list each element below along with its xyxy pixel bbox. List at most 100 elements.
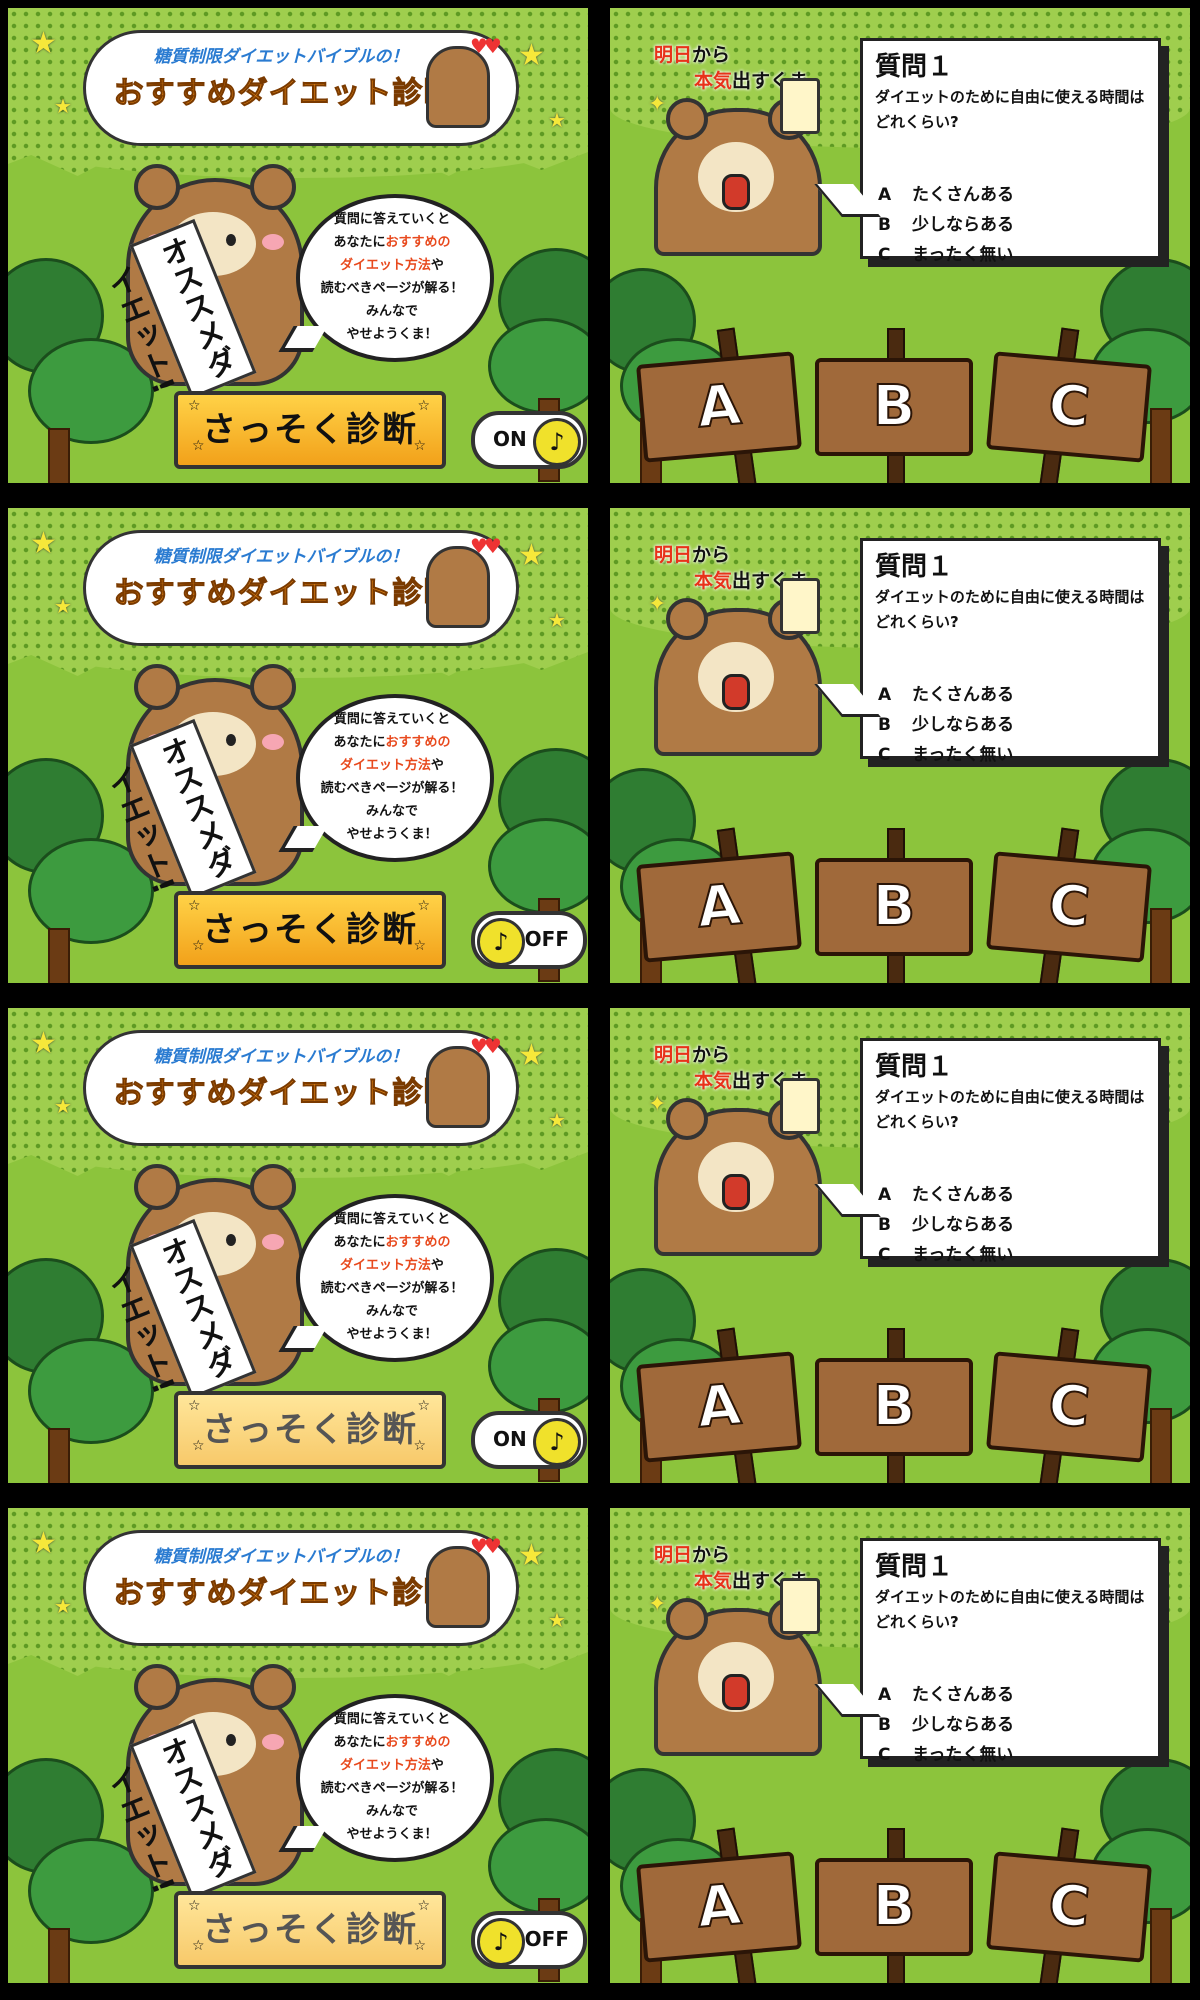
- speech-text: 質問に答えていくと あなたにおすすめの ダイエット方法や 読むべきページが解る！…: [320, 712, 464, 842]
- question-text: ダイエットのために自由に使える時間はどれくらい?: [875, 588, 1145, 631]
- answer-sign-a[interactable]: A: [636, 351, 802, 463]
- start-diagnosis-button[interactable]: ☆ ☆ ☆ ☆ さっそく診断: [174, 391, 446, 469]
- quiz-screen: 明日から 本気出すくま。 ✦ 質問１ ダイエットのために自由に使える時間はどれく…: [610, 1008, 1190, 1483]
- star-icon: ★: [30, 26, 57, 61]
- sparkle-icon: ✦: [648, 592, 667, 617]
- sparkle-icon: ✦: [648, 1092, 667, 1117]
- answer-sign-b[interactable]: B: [815, 1858, 973, 1956]
- bear-mascot-icon: [426, 1546, 490, 1628]
- page-title: おすすめダイエット診断: [113, 576, 455, 612]
- music-note-icon: ♪: [533, 418, 581, 466]
- star-icon: ★: [518, 38, 545, 73]
- start-diagnosis-label: さっそく診断: [202, 1910, 418, 1950]
- bear-mascot-icon: [426, 1046, 490, 1128]
- beer-mug-icon: [780, 578, 820, 634]
- speech-text: 質問に答えていくと あなたにおすすめの ダイエット方法や 読むべきページが解る！…: [320, 1712, 464, 1842]
- music-note-icon: ♪: [533, 1418, 581, 1466]
- answer-option-b: B 少しならある: [878, 715, 1014, 735]
- answer-sign-a[interactable]: A: [636, 1851, 802, 1963]
- star-icon: ★: [548, 608, 566, 632]
- start-diagnosis-label: さっそく診断: [202, 410, 418, 450]
- answer-sign-c[interactable]: C: [986, 1851, 1152, 1963]
- hearts-icon: ♥♥: [470, 1034, 502, 1058]
- question-text: ダイエットのために自由に使える時間はどれくらい?: [875, 1088, 1145, 1131]
- sound-toggle-label: ON: [493, 427, 527, 451]
- answer-option-a: A たくさんある: [878, 185, 1014, 205]
- answer-sign-b[interactable]: B: [815, 358, 973, 456]
- star-icon: ★: [518, 1038, 545, 1073]
- sound-toggle[interactable]: ♪ OFF: [471, 1911, 587, 1969]
- start-diagnosis-label: さっそく診断: [202, 910, 418, 950]
- answer-sign-a[interactable]: A: [636, 1351, 802, 1463]
- star-icon: ★: [518, 1538, 545, 1573]
- start-diagnosis-button[interactable]: ☆ ☆ ☆ ☆ さっそく診断: [174, 1891, 446, 1969]
- answer-option-c: C まったく無い: [878, 1745, 1014, 1765]
- title-subtitle: 糖質制限ダイエットバイブルの！: [153, 1547, 409, 1567]
- music-note-icon: ♪: [477, 918, 525, 966]
- star-icon: ★: [54, 1594, 72, 1618]
- beer-mug-icon: [780, 78, 820, 134]
- answer-sign-a[interactable]: A: [636, 851, 802, 963]
- intro-screen: ★ ★ ★ ★ 糖質制限ダイエットバイブルの！ おすすめダイエット診断 ♥♥ オ…: [8, 508, 588, 983]
- answer-option-a: A たくさんある: [878, 1685, 1014, 1705]
- star-icon: ★: [548, 1608, 566, 1632]
- question-text: ダイエットのために自由に使える時間はどれくらい?: [875, 88, 1145, 131]
- answer-sign-b[interactable]: B: [815, 1358, 973, 1456]
- sound-toggle-label: OFF: [524, 1927, 569, 1951]
- star-icon: ★: [54, 1094, 72, 1118]
- answer-option-b: B 少しならある: [878, 215, 1014, 235]
- star-icon: ★: [518, 538, 545, 573]
- answer-option-c: C まったく無い: [878, 245, 1014, 265]
- question-text: ダイエットのために自由に使える時間はどれくらい?: [875, 1588, 1145, 1631]
- star-icon: ★: [30, 1026, 57, 1061]
- answer-option-c: C まったく無い: [878, 745, 1014, 765]
- hearts-icon: ♥♥: [470, 34, 502, 58]
- beer-mug-icon: [780, 1578, 820, 1634]
- page-title: おすすめダイエット診断: [113, 1076, 455, 1112]
- star-icon: ★: [30, 526, 57, 561]
- bear-mascot-icon: [426, 546, 490, 628]
- speech-text: 質問に答えていくと あなたにおすすめの ダイエット方法や 読むべきページが解る！…: [320, 1212, 464, 1342]
- answer-option-a: A たくさんある: [878, 685, 1014, 705]
- title-subtitle: 糖質制限ダイエットバイブルの！: [153, 547, 409, 567]
- quiz-screen: 明日から 本気出すくま。 ✦ 質問１ ダイエットのために自由に使える時間はどれく…: [610, 1508, 1190, 1983]
- answer-option-a: A たくさんある: [878, 1185, 1014, 1205]
- intro-screen: ★ ★ ★ ★ 糖質制限ダイエットバイブルの！ おすすめダイエット診断 ♥♥ オ…: [8, 1008, 588, 1483]
- speech-text: 質問に答えていくと あなたにおすすめの ダイエット方法や 読むべきページが解る！…: [320, 212, 464, 342]
- sound-toggle[interactable]: ♪ OFF: [471, 911, 587, 969]
- beer-mug-icon: [780, 1078, 820, 1134]
- star-icon: ★: [548, 1108, 566, 1132]
- title-subtitle: 糖質制限ダイエットバイブルの！: [153, 1047, 409, 1067]
- sparkle-icon: ✦: [648, 92, 667, 117]
- title-subtitle: 糖質制限ダイエットバイブルの！: [153, 47, 409, 67]
- star-icon: ★: [54, 94, 72, 118]
- bear-mascot-icon: [426, 46, 490, 128]
- quiz-screen: 明日から 本気出すくま。 ✦ 質問１ ダイエットのために自由に使える時間はどれく…: [610, 508, 1190, 983]
- intro-screen: ★ ★ ★ ★ 糖質制限ダイエットバイブルの！ おすすめダイエット診断 ♥♥ オ…: [8, 8, 588, 483]
- question-title: 質問１: [875, 552, 954, 582]
- quiz-screen: 明日から 本気出すくま。 ✦ 質問１ ダイエットのために自由に使える時間はどれく…: [610, 8, 1190, 483]
- answer-sign-c[interactable]: C: [986, 351, 1152, 463]
- answer-option-b: B 少しならある: [878, 1215, 1014, 1235]
- star-icon: ★: [54, 594, 72, 618]
- sound-toggle-label: ON: [493, 1427, 527, 1451]
- answer-sign-c[interactable]: C: [986, 851, 1152, 963]
- star-icon: ★: [30, 1526, 57, 1561]
- sound-toggle[interactable]: ♪ ON: [471, 411, 587, 469]
- answer-option-c: C まったく無い: [878, 1245, 1014, 1265]
- question-title: 質問１: [875, 1052, 954, 1082]
- hearts-icon: ♥♥: [470, 534, 502, 558]
- start-diagnosis-button[interactable]: ☆ ☆ ☆ ☆ さっそく診断: [174, 891, 446, 969]
- page-title: おすすめダイエット診断: [113, 1576, 455, 1612]
- music-note-icon: ♪: [477, 1918, 525, 1966]
- intro-screen: ★ ★ ★ ★ 糖質制限ダイエットバイブルの！ おすすめダイエット診断 ♥♥ オ…: [8, 1508, 588, 1983]
- sparkle-icon: ✦: [648, 1592, 667, 1617]
- sound-toggle-label: OFF: [524, 927, 569, 951]
- answer-sign-c[interactable]: C: [986, 1351, 1152, 1463]
- answer-option-b: B 少しならある: [878, 1715, 1014, 1735]
- answer-sign-b[interactable]: B: [815, 858, 973, 956]
- hearts-icon: ♥♥: [470, 1534, 502, 1558]
- sound-toggle[interactable]: ♪ ON: [471, 1411, 587, 1469]
- question-title: 質問１: [875, 52, 954, 82]
- start-diagnosis-button[interactable]: ☆ ☆ ☆ ☆ さっそく診断: [174, 1391, 446, 1469]
